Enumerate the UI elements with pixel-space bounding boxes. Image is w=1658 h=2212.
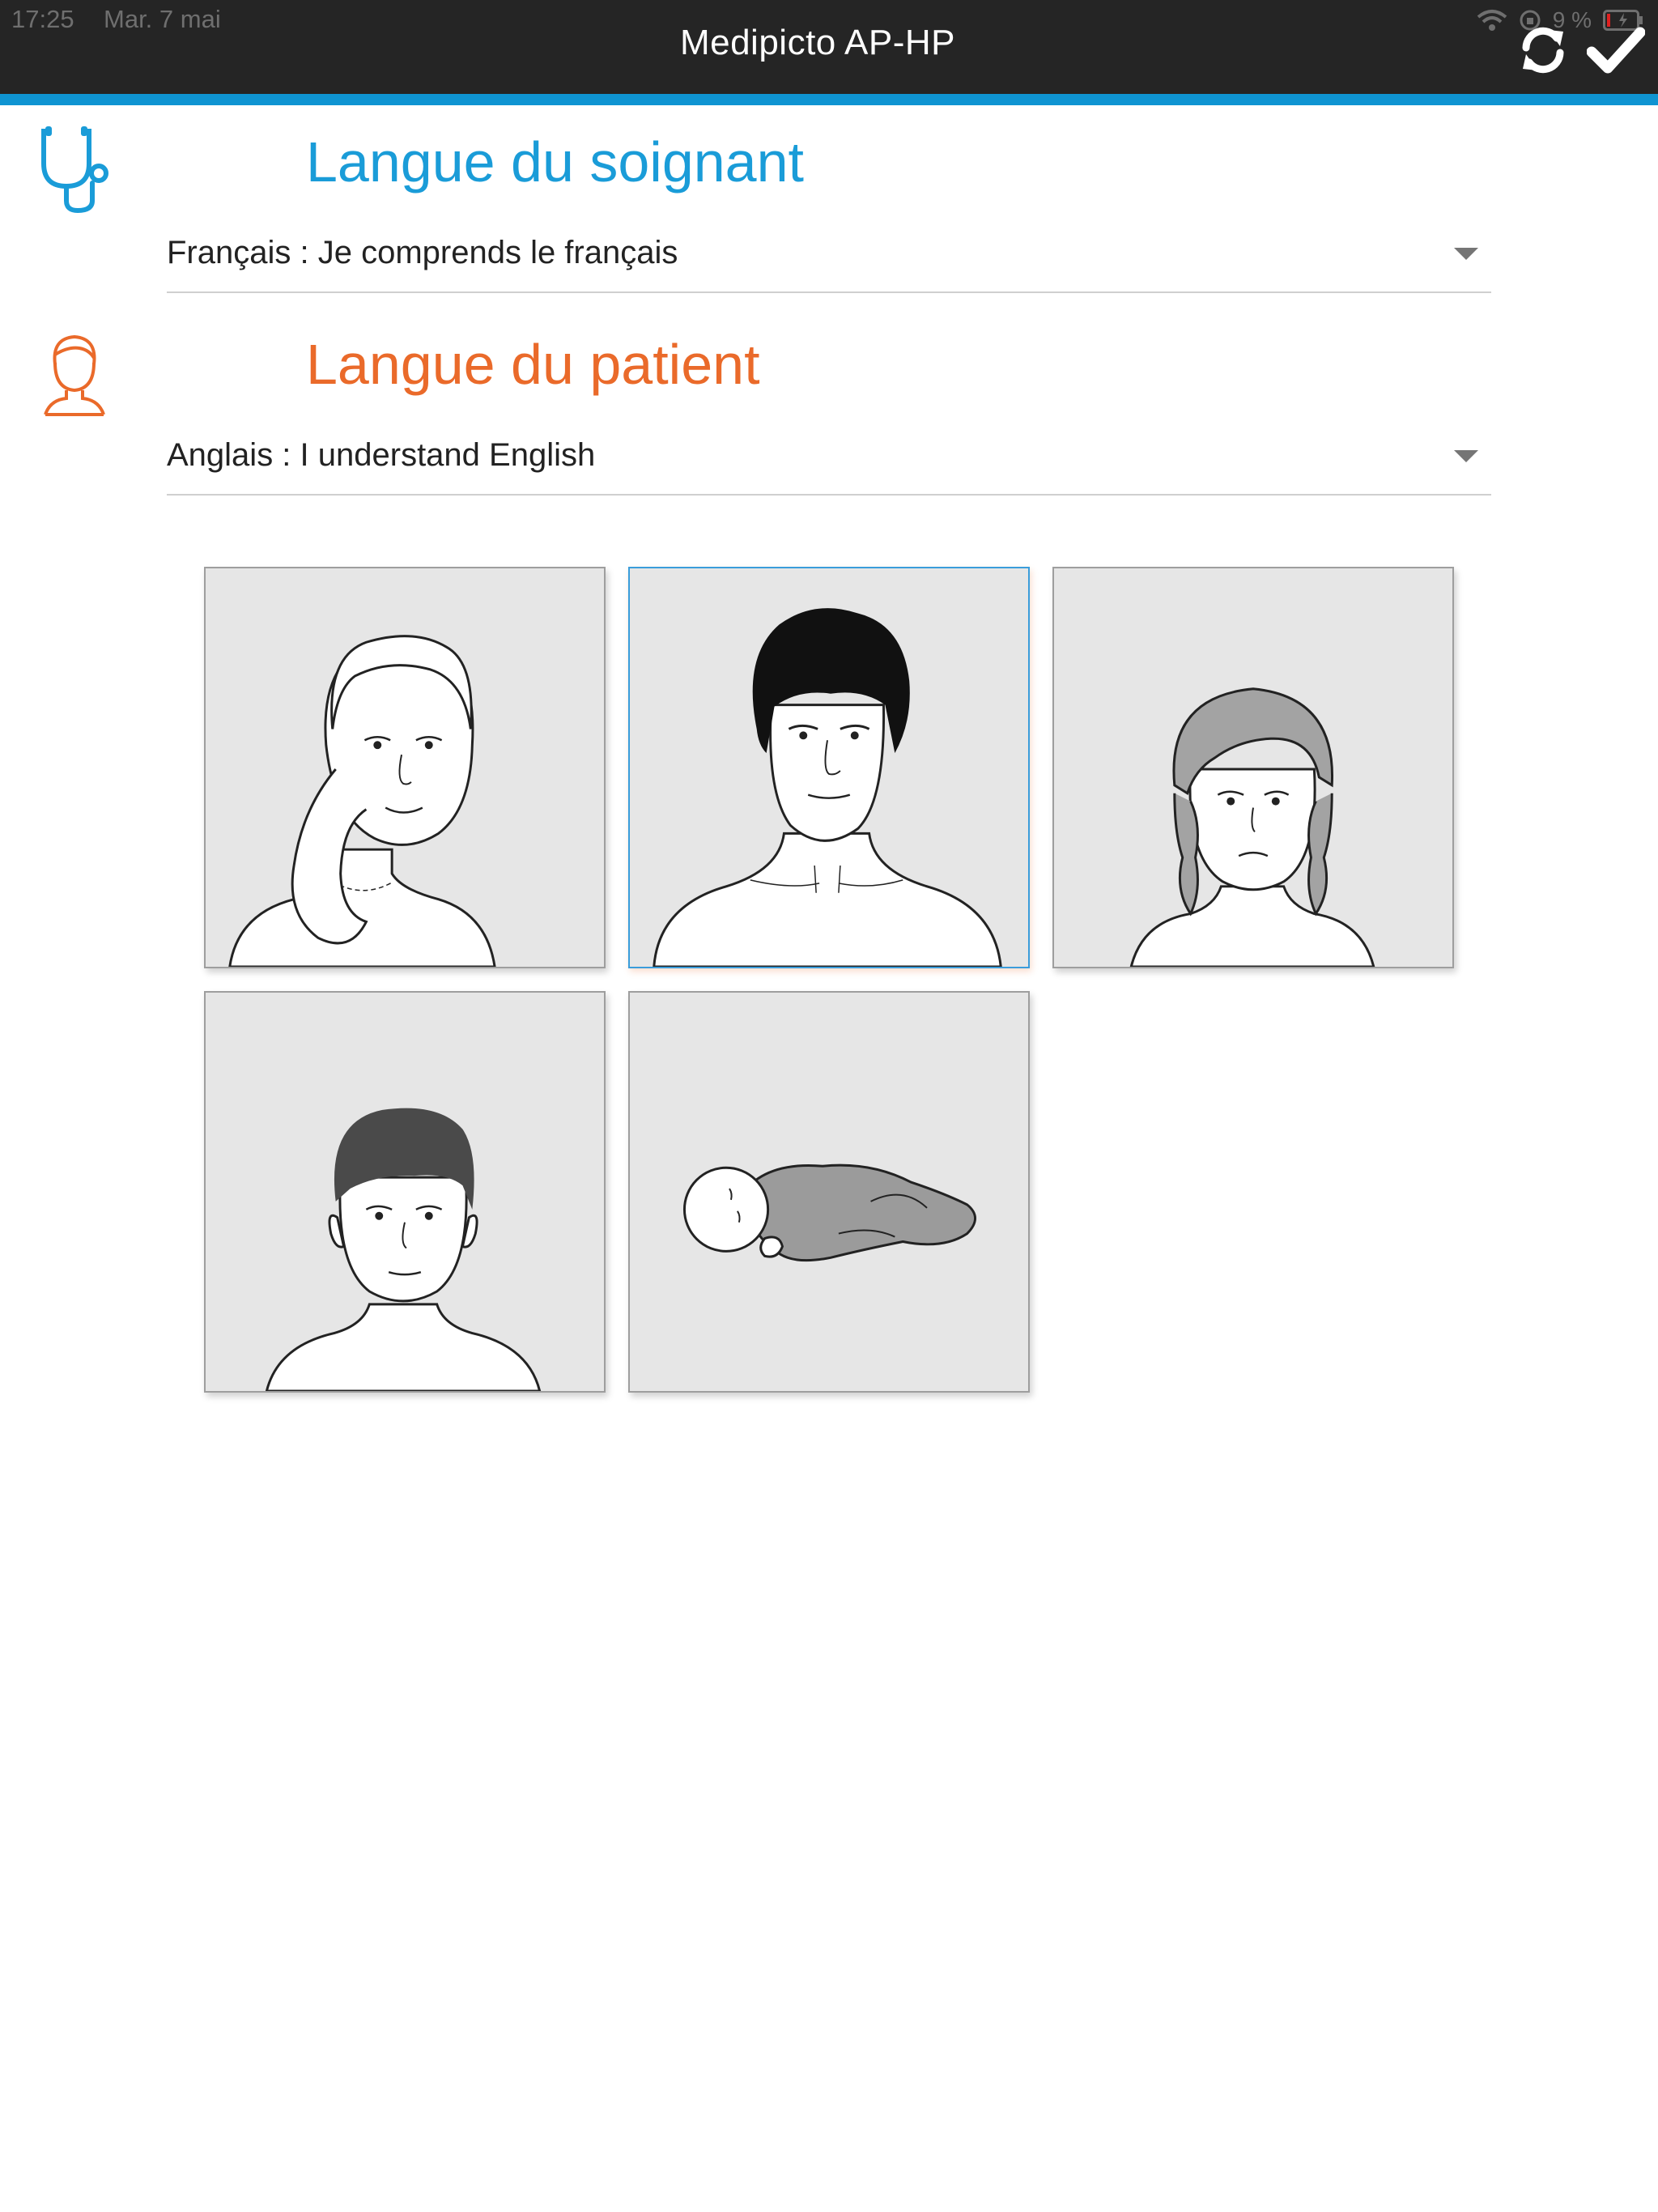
confirm-button[interactable] bbox=[1585, 19, 1647, 81]
header-accent-bar bbox=[0, 94, 1658, 105]
man-portrait bbox=[653, 608, 1002, 967]
caregiver-language-select[interactable]: Français : Je comprends le français bbox=[167, 212, 1491, 293]
patient-language-select[interactable]: Anglais : I understand English bbox=[167, 415, 1491, 496]
patient-type-baby[interactable] bbox=[628, 991, 1030, 1393]
patient-language-value: Anglais : I understand English bbox=[167, 437, 596, 473]
app-title: Medipicto AP-HP bbox=[679, 23, 956, 62]
patient-language-title: Langue du patient bbox=[306, 333, 760, 396]
caregiver-language-value: Français : Je comprends le français bbox=[167, 235, 678, 270]
person-icon bbox=[36, 330, 113, 428]
patient-type-woman[interactable] bbox=[204, 567, 606, 968]
baby-portrait bbox=[682, 1163, 977, 1262]
stethoscope-icon bbox=[36, 123, 113, 220]
caregiver-language-title: Langue du soignant bbox=[306, 130, 804, 194]
patient-type-girl[interactable] bbox=[1052, 567, 1454, 968]
chevron-down-icon bbox=[1454, 248, 1478, 260]
woman-portrait bbox=[228, 635, 496, 967]
checkmark-icon bbox=[1587, 27, 1645, 74]
girl-portrait bbox=[1129, 687, 1375, 967]
boy-portrait bbox=[265, 1108, 542, 1391]
app-header: 17:25 Mar. 7 mai 9 % Medipicto AP-HP bbox=[0, 0, 1658, 94]
sync-button[interactable] bbox=[1512, 19, 1574, 81]
sync-icon bbox=[1522, 27, 1564, 74]
chevron-down-icon bbox=[1454, 450, 1478, 462]
patient-type-man[interactable] bbox=[628, 567, 1030, 968]
patient-type-boy[interactable] bbox=[204, 991, 606, 1393]
